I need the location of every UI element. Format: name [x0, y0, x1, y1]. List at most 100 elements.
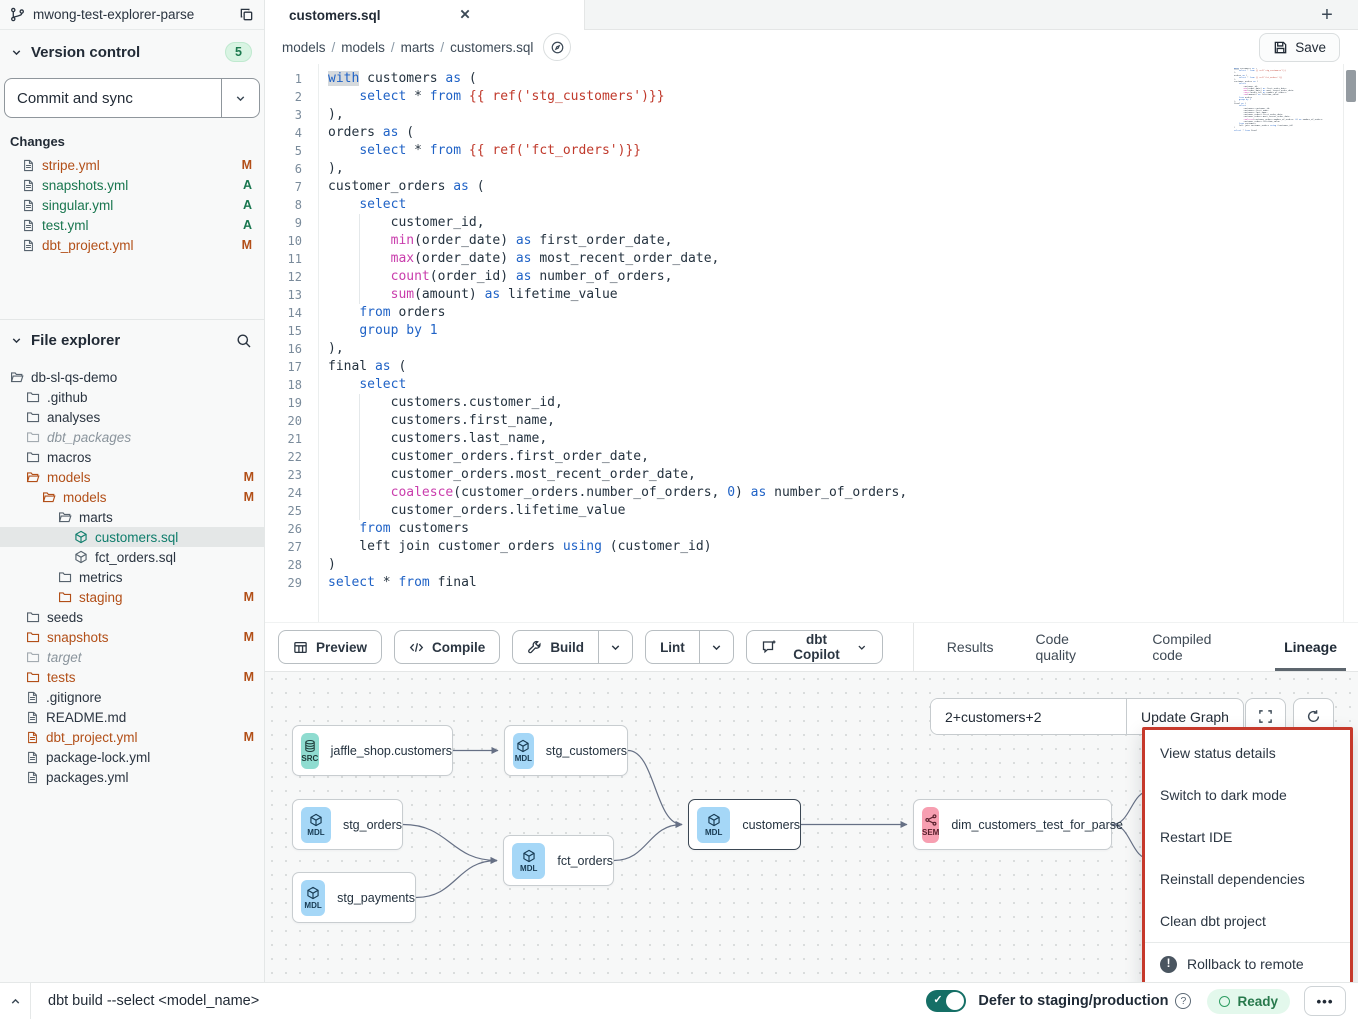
- git-branch-icon: [10, 7, 25, 22]
- tree-item-label: seeds: [47, 610, 83, 625]
- tree-item-label: snapshots: [47, 630, 109, 645]
- change-item[interactable]: snapshots.ymlA: [0, 175, 264, 195]
- breadcrumb-part[interactable]: models: [282, 40, 326, 55]
- defer-toggle[interactable]: ✓: [926, 990, 966, 1012]
- tree-item-customers-sql[interactable]: customers.sql: [0, 527, 264, 547]
- folder-icon: [26, 630, 40, 644]
- dbt-copilot-button[interactable]: dbt Copilot: [746, 630, 883, 664]
- scrollbar-thumb[interactable]: [1346, 70, 1356, 102]
- tab-results[interactable]: Results: [926, 623, 1015, 671]
- lineage-panel[interactable]: SRCjaffle_shop.customers MDLstg_customers…: [265, 672, 1358, 982]
- tree-item-analyses[interactable]: analyses: [0, 407, 264, 427]
- tab-customers-sql[interactable]: customers.sql ✕: [265, 0, 585, 30]
- more-options-button[interactable]: •••: [1304, 986, 1346, 1016]
- command-input[interactable]: dbt build --select <model_name>: [48, 993, 259, 1009]
- line-number: 19: [265, 394, 318, 412]
- ready-circle-icon: [1219, 996, 1230, 1007]
- minimap[interactable]: with customers as ( select * from {{ ref…: [1234, 68, 1338, 132]
- tree-item-models[interactable]: modelsM: [0, 487, 264, 507]
- tree-item-marts[interactable]: marts: [0, 507, 264, 527]
- compile-button[interactable]: Compile: [394, 630, 500, 664]
- indent-guide: [359, 430, 360, 448]
- tree-item-snapshots[interactable]: snapshotsM: [0, 627, 264, 647]
- open-in-lineage-button[interactable]: [543, 33, 571, 61]
- lint-button[interactable]: Lint: [646, 631, 699, 663]
- tab-code-quality[interactable]: Code quality: [1014, 623, 1131, 671]
- tree-item-fct-orders-sql[interactable]: fct_orders.sql: [0, 547, 264, 567]
- tree-item-metrics[interactable]: metrics: [0, 567, 264, 587]
- close-tab-icon[interactable]: ✕: [455, 5, 475, 25]
- node-badge-src: SRC: [301, 733, 319, 769]
- editor-scrollbar[interactable]: [1343, 64, 1358, 622]
- tree-item-readme-md[interactable]: README.md: [0, 707, 264, 727]
- lineage-node-stg_payments[interactable]: MDLstg_payments: [292, 872, 416, 923]
- expand-command-bar-icon[interactable]: [0, 995, 30, 1008]
- fullscreen-icon: [1258, 709, 1273, 724]
- breadcrumb-part[interactable]: models: [341, 40, 385, 55]
- lineage-node-fct_orders[interactable]: MDLfct_orders: [503, 835, 614, 886]
- tree-item-db-sl-qs-demo[interactable]: db-sl-qs-demo: [0, 367, 264, 387]
- file-explorer-header[interactable]: File explorer: [0, 320, 264, 357]
- search-icon[interactable]: [236, 333, 252, 349]
- node-badge-label: SEM: [922, 828, 939, 837]
- tree-item-macros[interactable]: macros: [0, 447, 264, 467]
- model-icon: [74, 550, 88, 564]
- change-item[interactable]: test.ymlA: [0, 215, 264, 235]
- tree-item-package-lock-yml[interactable]: package-lock.yml: [0, 747, 264, 767]
- tree-item--github[interactable]: .github: [0, 387, 264, 407]
- breadcrumb-part[interactable]: customers.sql: [450, 40, 533, 55]
- menu-item-reinstall-dependencies[interactable]: Reinstall dependencies: [1145, 858, 1350, 900]
- lineage-node-customers[interactable]: MDLcustomers: [688, 799, 801, 850]
- breadcrumb-separator: /: [332, 40, 336, 55]
- breadcrumb: models/models/marts/customers.sql: [282, 40, 533, 55]
- status-badge[interactable]: Ready: [1207, 989, 1290, 1014]
- lineage-edge: [416, 861, 497, 898]
- menu-item-restart-ide[interactable]: Restart IDE: [1145, 816, 1350, 858]
- change-item[interactable]: stripe.ymlM: [0, 155, 264, 175]
- menu-item-rollback-to-remote[interactable]: !Rollback to remote: [1145, 943, 1350, 982]
- lineage-node-dim_customers[interactable]: SEMdim_customers_test_for_parse: [913, 799, 1112, 850]
- change-item[interactable]: singular.ymlA: [0, 195, 264, 215]
- tree-item-tests[interactable]: testsM: [0, 667, 264, 687]
- tree-item-target[interactable]: target: [0, 647, 264, 667]
- copy-icon[interactable]: [239, 7, 254, 22]
- tree-item-dbt-packages[interactable]: dbt_packages: [0, 427, 264, 447]
- graph-selector-input[interactable]: [931, 699, 1126, 734]
- version-control-header[interactable]: Version control 5: [0, 30, 264, 70]
- code-content[interactable]: with customers as ( select * from {{ ref…: [328, 70, 1228, 592]
- commit-and-sync-button[interactable]: Commit and sync: [5, 79, 221, 117]
- tab-lineage[interactable]: Lineage: [1263, 623, 1358, 671]
- lineage-edge: [403, 825, 497, 861]
- file-icon: [22, 159, 35, 172]
- tree-item-label: target: [47, 650, 82, 665]
- tree-item-seeds[interactable]: seeds: [0, 607, 264, 627]
- lint-options-button[interactable]: [699, 631, 733, 663]
- tree-item-models[interactable]: modelsM: [0, 467, 264, 487]
- menu-item-view-status-details[interactable]: View status details: [1145, 732, 1350, 774]
- save-button[interactable]: Save: [1259, 33, 1340, 62]
- new-tab-button[interactable]: +: [1314, 2, 1340, 28]
- tree-item-staging[interactable]: stagingM: [0, 587, 264, 607]
- tab-compiled-code[interactable]: Compiled code: [1131, 623, 1263, 671]
- lineage-node-src_jaffle[interactable]: SRCjaffle_shop.customers: [292, 725, 453, 776]
- build-button[interactable]: Build: [513, 631, 598, 663]
- tree-item--gitignore[interactable]: .gitignore: [0, 687, 264, 707]
- breadcrumb-part[interactable]: marts: [401, 40, 435, 55]
- help-icon[interactable]: ?: [1175, 993, 1191, 1009]
- code-line: from customers: [328, 520, 1228, 538]
- code-editor[interactable]: 1234567891011121314151617181920212223242…: [265, 64, 1358, 622]
- file-icon: [22, 219, 35, 232]
- change-item[interactable]: dbt_project.ymlM: [0, 235, 264, 255]
- menu-item-switch-to-dark-mode[interactable]: Switch to dark mode: [1145, 774, 1350, 816]
- tree-item-dbt-project-yml[interactable]: dbt_project.ymlM: [0, 727, 264, 747]
- lineage-node-stg_orders[interactable]: MDLstg_orders: [292, 799, 403, 850]
- preview-button[interactable]: Preview: [278, 630, 382, 664]
- build-options-button[interactable]: [598, 631, 632, 663]
- commit-options-button[interactable]: [221, 79, 259, 117]
- lineage-node-stg_customers[interactable]: MDLstg_customers: [504, 725, 628, 776]
- line-number: 5: [265, 142, 318, 160]
- menu-item-clean-dbt-project[interactable]: Clean dbt project: [1145, 900, 1350, 942]
- line-number: 12: [265, 268, 318, 286]
- statusbar-divider: [30, 983, 31, 1019]
- tree-item-packages-yml[interactable]: packages.yml: [0, 767, 264, 787]
